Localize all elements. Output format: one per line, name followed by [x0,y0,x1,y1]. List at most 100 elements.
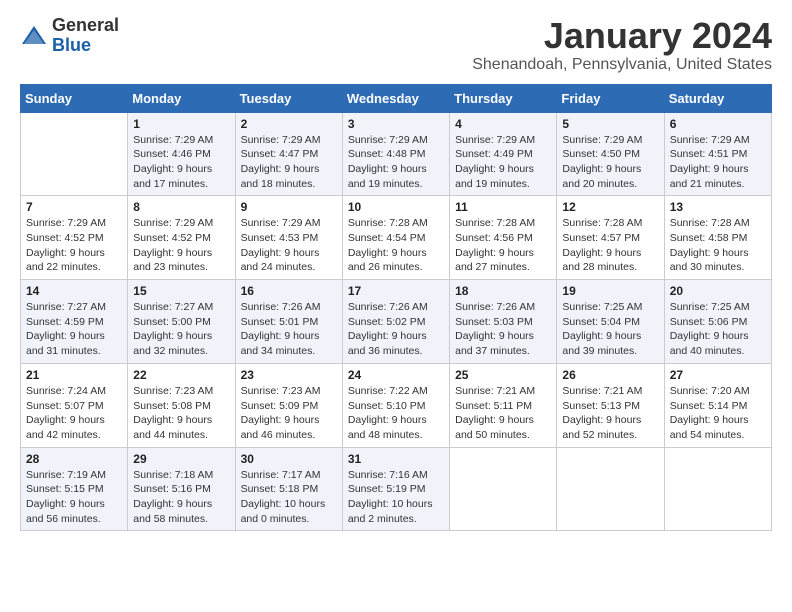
calendar-cell: 7 Sunrise: 7:29 AMSunset: 4:52 PMDaylight… [21,196,128,280]
day-info: Sunrise: 7:26 AMSunset: 5:01 PMDaylight:… [241,300,337,359]
calendar-cell: 9Sunrise: 7:29 AMSunset: 4:53 PMDaylight… [235,196,342,280]
calendar-cell: 16 Sunrise: 7:26 AMSunset: 5:01 PMDayligh… [235,280,342,364]
day-number: 4 [455,117,551,131]
calendar-header-row: SundayMondayTuesdayWednesdayThursdayFrid… [21,84,772,112]
day-info: Sunrise: 7:29 AMSunset: 4:46 PMDaylight:… [133,133,229,192]
calendar-cell: 21Sunrise: 7:24 AMSunset: 5:07 PMDayligh… [21,363,128,447]
calendar-cell: 28Sunrise: 7:19 AMSunset: 5:15 PMDayligh… [21,447,128,531]
day-number: 12 [562,200,658,214]
day-info: Sunrise: 7:29 AMSunset: 4:50 PMDaylight:… [562,133,658,192]
calendar-cell [557,447,664,531]
calendar-cell: 13Sunrise: 7:28 AMSunset: 4:58 PMDayligh… [664,196,771,280]
calendar-cell: 1 Sunrise: 7:29 AMSunset: 4:46 PMDaylight… [128,112,235,196]
day-info: Sunrise: 7:28 AMSunset: 4:58 PMDaylight:… [670,216,766,275]
day-header-tuesday: Tuesday [235,84,342,112]
day-header-sunday: Sunday [21,84,128,112]
day-number: 26 [562,368,658,382]
calendar-cell: 30Sunrise: 7:17 AMSunset: 5:18 PMDayligh… [235,447,342,531]
calendar-cell [450,447,557,531]
day-header-monday: Monday [128,84,235,112]
calendar-table: SundayMondayTuesdayWednesdayThursdayFrid… [20,84,772,532]
day-number: 29 [133,452,229,466]
day-number: 16 [241,284,337,298]
calendar-cell: 3 Sunrise: 7:29 AMSunset: 4:48 PMDaylight… [342,112,449,196]
calendar-cell: 17Sunrise: 7:26 AMSunset: 5:02 PMDayligh… [342,280,449,364]
logo-icon [20,22,48,50]
calendar-week-5: 28Sunrise: 7:19 AMSunset: 5:15 PMDayligh… [21,447,772,531]
day-number: 8 [133,200,229,214]
calendar-cell: 24 Sunrise: 7:22 AMSunset: 5:10 PMDayligh… [342,363,449,447]
day-info: Sunrise: 7:26 AMSunset: 5:02 PMDaylight:… [348,300,444,359]
day-header-friday: Friday [557,84,664,112]
calendar-cell: 19Sunrise: 7:25 AMSunset: 5:04 PMDayligh… [557,280,664,364]
day-number: 21 [26,368,122,382]
day-number: 22 [133,368,229,382]
day-info: Sunrise: 7:25 AMSunset: 5:06 PMDaylight:… [670,300,766,359]
day-number: 20 [670,284,766,298]
day-number: 27 [670,368,766,382]
calendar-week-3: 14 Sunrise: 7:27 AMSunset: 4:59 PMDayligh… [21,280,772,364]
calendar-cell: 5 Sunrise: 7:29 AMSunset: 4:50 PMDaylight… [557,112,664,196]
calendar-cell: 22 Sunrise: 7:23 AMSunset: 5:08 PMDayligh… [128,363,235,447]
day-number: 5 [562,117,658,131]
day-header-thursday: Thursday [450,84,557,112]
day-number: 25 [455,368,551,382]
day-number: 7 [26,200,122,214]
day-info: Sunrise: 7:26 AMSunset: 5:03 PMDaylight:… [455,300,551,359]
day-number: 14 [26,284,122,298]
day-info: Sunrise: 7:22 AMSunset: 5:10 PMDaylight:… [348,384,444,443]
day-header-wednesday: Wednesday [342,84,449,112]
day-info: Sunrise: 7:29 AMSunset: 4:52 PMDaylight:… [26,216,122,275]
day-number: 18 [455,284,551,298]
day-number: 15 [133,284,229,298]
day-info: Sunrise: 7:25 AMSunset: 5:04 PMDaylight:… [562,300,658,359]
day-info: Sunrise: 7:29 AMSunset: 4:51 PMDaylight:… [670,133,766,192]
day-number: 6 [670,117,766,131]
location: Shenandoah, Pennsylvania, United States [472,56,772,74]
day-number: 2 [241,117,337,131]
calendar-cell [21,112,128,196]
title-block: January 2024 Shenandoah, Pennsylvania, U… [472,16,772,74]
calendar-cell: 27Sunrise: 7:20 AMSunset: 5:14 PMDayligh… [664,363,771,447]
day-number: 31 [348,452,444,466]
calendar-week-1: 1 Sunrise: 7:29 AMSunset: 4:46 PMDaylight… [21,112,772,196]
day-info: Sunrise: 7:19 AMSunset: 5:15 PMDaylight:… [26,468,122,527]
calendar-cell: 2 Sunrise: 7:29 AMSunset: 4:47 PMDaylight… [235,112,342,196]
day-number: 23 [241,368,337,382]
day-info: Sunrise: 7:27 AMSunset: 4:59 PMDaylight:… [26,300,122,359]
day-info: Sunrise: 7:29 AMSunset: 4:52 PMDaylight:… [133,216,229,275]
day-info: Sunrise: 7:28 AMSunset: 4:56 PMDaylight:… [455,216,551,275]
day-info: Sunrise: 7:29 AMSunset: 4:48 PMDaylight:… [348,133,444,192]
calendar-cell: 10Sunrise: 7:28 AMSunset: 4:54 PMDayligh… [342,196,449,280]
day-info: Sunrise: 7:21 AMSunset: 5:13 PMDaylight:… [562,384,658,443]
calendar-cell: 25 Sunrise: 7:21 AMSunset: 5:11 PMDayligh… [450,363,557,447]
day-info: Sunrise: 7:23 AMSunset: 5:09 PMDaylight:… [241,384,337,443]
day-info: Sunrise: 7:16 AMSunset: 5:19 PMDaylight:… [348,468,444,527]
day-info: Sunrise: 7:27 AMSunset: 5:00 PMDaylight:… [133,300,229,359]
day-number: 9 [241,200,337,214]
day-info: Sunrise: 7:28 AMSunset: 4:57 PMDaylight:… [562,216,658,275]
day-number: 1 [133,117,229,131]
day-number: 10 [348,200,444,214]
day-info: Sunrise: 7:29 AMSunset: 4:47 PMDaylight:… [241,133,337,192]
day-number: 3 [348,117,444,131]
day-header-saturday: Saturday [664,84,771,112]
day-info: Sunrise: 7:21 AMSunset: 5:11 PMDaylight:… [455,384,551,443]
calendar-cell: 26 Sunrise: 7:21 AMSunset: 5:13 PMDayligh… [557,363,664,447]
calendar-cell: 23 Sunrise: 7:23 AMSunset: 5:09 PMDayligh… [235,363,342,447]
page-header: General Blue January 2024 Shenandoah, Pe… [20,16,772,74]
day-info: Sunrise: 7:29 AMSunset: 4:49 PMDaylight:… [455,133,551,192]
calendar-week-4: 21Sunrise: 7:24 AMSunset: 5:07 PMDayligh… [21,363,772,447]
calendar-cell: 11Sunrise: 7:28 AMSunset: 4:56 PMDayligh… [450,196,557,280]
calendar-cell: 8 Sunrise: 7:29 AMSunset: 4:52 PMDaylight… [128,196,235,280]
day-number: 24 [348,368,444,382]
calendar-cell: 4 Sunrise: 7:29 AMSunset: 4:49 PMDaylight… [450,112,557,196]
logo-general-text: General [52,16,119,36]
logo-blue-text: Blue [52,36,119,56]
calendar-cell: 29Sunrise: 7:18 AMSunset: 5:16 PMDayligh… [128,447,235,531]
calendar-cell: 6 Sunrise: 7:29 AMSunset: 4:51 PMDaylight… [664,112,771,196]
calendar-cell: 14 Sunrise: 7:27 AMSunset: 4:59 PMDayligh… [21,280,128,364]
day-number: 30 [241,452,337,466]
day-info: Sunrise: 7:23 AMSunset: 5:08 PMDaylight:… [133,384,229,443]
logo-text: General Blue [52,16,119,56]
